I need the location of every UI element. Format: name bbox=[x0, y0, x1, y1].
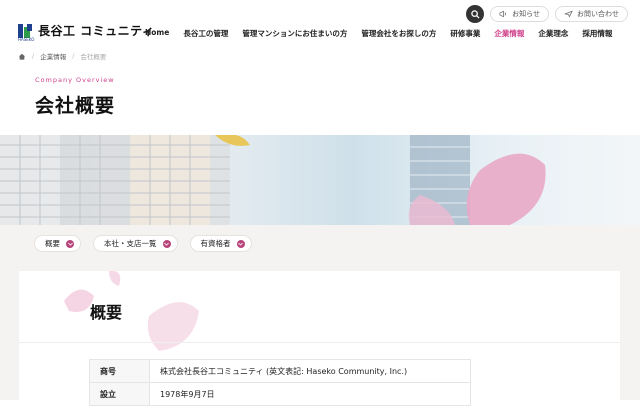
breadcrumb-company-info[interactable]: 企業情報 bbox=[40, 51, 66, 61]
table-row: 商号 株式会社長谷工コミュニティ (英文表記: Haseko Community… bbox=[89, 359, 471, 383]
contact-label: お問い合わせ bbox=[577, 10, 619, 18]
nav-philosophy[interactable]: 企業理念 bbox=[531, 28, 575, 39]
logo-mark-icon bbox=[18, 23, 32, 38]
breadcrumb-current: 会社概要 bbox=[80, 53, 107, 61]
site-header: 長谷工 コミュニティ HASEKO お知らせ お問い合わせ Home 長谷工の管… bbox=[0, 0, 640, 46]
tab-label: 本社・支店一覧 bbox=[104, 239, 157, 248]
chevron-down-icon bbox=[66, 239, 74, 248]
table-row: 設立 1978年9月7日 bbox=[89, 382, 471, 406]
tab-overview[interactable]: 概要 bbox=[34, 235, 81, 252]
global-nav: Home 長谷工の管理 管理マンションにお住まいの方 管理会社をお探しの方 研修… bbox=[138, 28, 619, 39]
breadcrumb-separator: / bbox=[72, 52, 75, 60]
megaphone-icon bbox=[499, 10, 507, 18]
paper-plane-icon bbox=[564, 10, 573, 18]
nav-seeking-management[interactable]: 管理会社をお探しの方 bbox=[354, 28, 443, 39]
chevron-down-icon bbox=[236, 239, 245, 248]
utility-bar: お知らせ お問い合わせ bbox=[466, 5, 628, 23]
nav-company-info[interactable]: 企業情報 bbox=[487, 28, 531, 39]
hero-banner-image bbox=[0, 135, 640, 225]
breadcrumb: / 企業情報 / 会社概要 bbox=[18, 51, 106, 61]
nav-haseko-management[interactable]: 長谷工の管理 bbox=[176, 28, 235, 39]
breadcrumb-separator: / bbox=[32, 52, 35, 60]
nav-home[interactable]: Home bbox=[138, 28, 176, 39]
contact-button[interactable]: お問い合わせ bbox=[555, 6, 628, 22]
row-label: 商号 bbox=[89, 359, 150, 383]
logo-text: 長谷工 コミュニティ bbox=[38, 24, 155, 38]
tab-qualified-staff[interactable]: 有資格者 bbox=[189, 235, 252, 252]
news-button[interactable]: お知らせ bbox=[490, 6, 549, 22]
nav-recruit[interactable]: 採用情報 bbox=[575, 28, 619, 39]
petal-decoration-icon bbox=[64, 271, 199, 351]
search-icon bbox=[470, 9, 480, 19]
logo-subtext: HASEKO bbox=[18, 37, 35, 42]
company-overview-table: 商号 株式会社長谷工コミュニティ (英文表記: Haseko Community… bbox=[89, 359, 471, 406]
section-divider bbox=[19, 342, 620, 343]
company-logo[interactable]: 長谷工 コミュニティ bbox=[18, 22, 154, 39]
tab-label: 有資格者 bbox=[200, 239, 231, 248]
nav-residents[interactable]: 管理マンションにお住まいの方 bbox=[235, 28, 354, 39]
home-icon[interactable] bbox=[18, 53, 26, 60]
page-eyebrow: Company Overview bbox=[35, 76, 115, 84]
section-title: 概要 bbox=[90, 303, 123, 322]
hero-illustration bbox=[0, 135, 546, 225]
news-label: お知らせ bbox=[512, 10, 540, 18]
section-tabs: 概要 本社・支店一覧 有資格者 bbox=[34, 235, 252, 252]
row-label: 設立 bbox=[89, 382, 150, 406]
row-value: 1978年9月7日 bbox=[149, 382, 471, 406]
row-value: 株式会社長谷工コミュニティ (英文表記: Haseko Community, I… bbox=[149, 359, 471, 383]
chevron-down-icon bbox=[162, 239, 171, 248]
search-button[interactable] bbox=[466, 5, 485, 23]
page-title: 会社概要 bbox=[35, 95, 116, 117]
tab-offices[interactable]: 本社・支店一覧 bbox=[93, 235, 178, 252]
nav-training[interactable]: 研修事業 bbox=[443, 28, 487, 39]
tab-label: 概要 bbox=[45, 239, 60, 248]
